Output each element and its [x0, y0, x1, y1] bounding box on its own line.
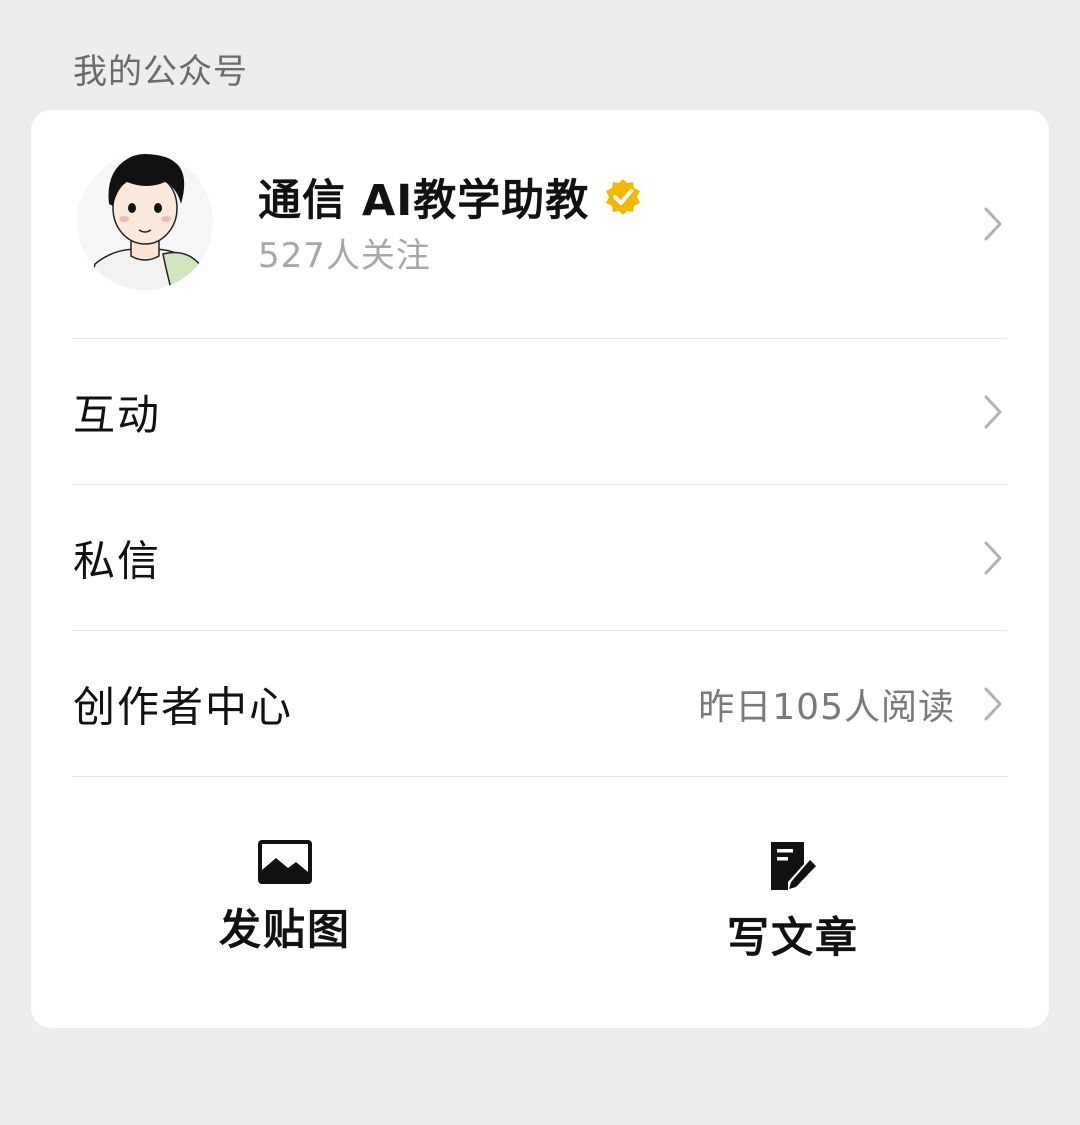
menu-item-label: 创作者中心 [73, 682, 294, 732]
account-name-row: 通信 AI教学助教 [258, 172, 643, 226]
write-article-icon [771, 842, 816, 890]
divider [72, 776, 1007, 777]
yesterday-reads-value: 昨日105人阅读 [698, 687, 955, 728]
write-article-button[interactable]: 写文章 [663, 840, 923, 980]
section-title: 我的公众号 [73, 52, 248, 92]
menu-item-label: 私信 [73, 536, 162, 586]
avatar[interactable] [77, 146, 214, 296]
menu-item-messages[interactable]: 私信 [31, 485, 1049, 631]
chevron-right-icon [984, 395, 1002, 429]
chevron-right-icon [984, 541, 1002, 575]
menu-item-interactions[interactable]: 互动 [31, 339, 1049, 485]
official-account-card: 通信 AI教学助教 527人关注 互动 私信 创作者中心 昨日105人阅读 发贴… [31, 110, 1049, 1028]
menu-item-creator-center[interactable]: 创作者中心 昨日105人阅读 [31, 631, 1049, 777]
follower-count: 527人关注 [258, 236, 431, 276]
image-icon [258, 840, 312, 884]
verified-badge-icon [606, 179, 641, 215]
account-name: 通信 AI教学助教 [258, 176, 590, 226]
menu-item-label: 互动 [73, 390, 162, 440]
write-article-label: 写文章 [726, 913, 859, 962]
chevron-right-icon [984, 207, 1002, 241]
chevron-right-icon [984, 687, 1002, 721]
post-image-button[interactable]: 发贴图 [155, 840, 415, 980]
post-image-label: 发贴图 [218, 905, 351, 954]
account-profile-row[interactable]: 通信 AI教学助教 527人关注 [31, 110, 1049, 338]
